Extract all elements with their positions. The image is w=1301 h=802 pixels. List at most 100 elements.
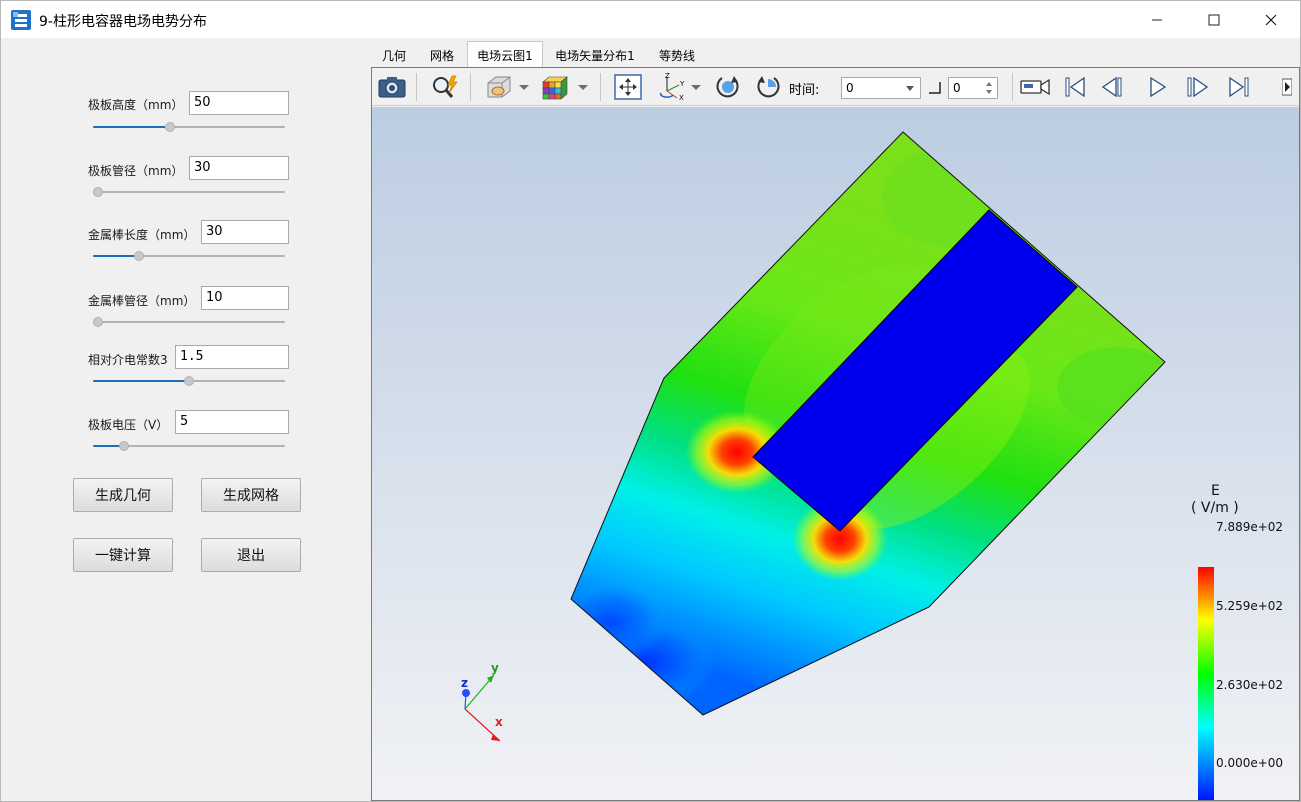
time-select-value: 0	[846, 81, 854, 95]
axis-z-label: z	[461, 676, 468, 690]
axes-orientation-button[interactable]: Z Y X	[656, 73, 688, 101]
tab-field-contour[interactable]: 电场云图1	[467, 41, 543, 68]
axes-icon: Z Y X	[659, 73, 685, 101]
first-frame-icon	[1065, 76, 1085, 98]
param-label-plate-height: 极板高度（mm）	[88, 98, 184, 112]
plate-diameter-slider[interactable]	[93, 186, 285, 198]
play-icon	[1150, 76, 1167, 98]
record-video-icon	[1020, 78, 1050, 96]
maximize-icon	[1208, 14, 1220, 25]
rod-diameter-input[interactable]: 10	[201, 286, 289, 310]
param-label-rod-diameter: 金属棒管径（mm）	[88, 294, 196, 308]
more-icon	[1282, 78, 1292, 96]
maximize-button[interactable]	[1185, 1, 1243, 38]
parameter-panel: 极板高度（mm） 50 极板管径（mm） 30 金属棒长度（mm） 30 金属棒…	[2, 39, 368, 801]
toolbar-overflow-button[interactable]	[1280, 73, 1294, 101]
voltage-input[interactable]: 5	[175, 410, 289, 434]
colorbar-title: E	[1211, 483, 1220, 499]
field-contour-plot	[462, 131, 1166, 742]
colorbar-max-label: 7.889e+02	[1216, 520, 1284, 534]
display-mode-button[interactable]	[482, 73, 516, 101]
permittivity-input[interactable]: 1.5	[175, 345, 289, 369]
colormap-icon	[542, 76, 568, 100]
slider-thumb[interactable]	[93, 187, 103, 197]
app-window: 9-柱形电容器电场电势分布 极板高度（mm） 50 极板管径（mm） 30 金属…	[0, 0, 1301, 802]
next-frame-icon	[1187, 76, 1209, 98]
chevron-down-icon	[906, 86, 914, 91]
param-label-rod-length: 金属棒长度（mm）	[88, 228, 196, 242]
viewer-panel: Z Y X 时间: 0 0 z y x E (V/m) 7.889e+02 …	[371, 67, 1300, 801]
viewer-toolbar: Z Y X 时间: 0 0	[372, 68, 1299, 106]
camera-icon	[378, 77, 406, 98]
close-icon	[1265, 14, 1277, 25]
tab-geometry[interactable]: 几何	[371, 43, 417, 67]
rod-length-input[interactable]: 30	[201, 220, 289, 244]
colorbar-unit: ( V/m )	[1191, 500, 1239, 516]
app-icon	[11, 10, 31, 30]
generate-geometry-button[interactable]: 生成几何	[73, 478, 173, 512]
svg-text:Y: Y	[679, 80, 685, 88]
last-frame-icon	[1229, 76, 1249, 98]
step-checkbox-icon[interactable]	[928, 81, 941, 94]
minimize-button[interactable]	[1128, 1, 1186, 38]
colorbar-midhigh-label: 5.259e+02	[1216, 599, 1284, 613]
slider-thumb[interactable]	[119, 441, 129, 451]
colorbar	[1198, 567, 1214, 800]
rod-length-slider[interactable]	[93, 250, 285, 262]
rotate-cw-button[interactable]	[712, 73, 744, 101]
next-frame-button[interactable]	[1182, 73, 1212, 101]
slider-thumb[interactable]	[165, 122, 175, 132]
last-frame-button[interactable]	[1224, 73, 1254, 101]
param-label-voltage: 极板电压（V）	[88, 418, 169, 432]
tab-mesh[interactable]: 网格	[419, 43, 465, 67]
title-bar: 9-柱形电容器电场电势分布	[1, 1, 1300, 38]
prev-frame-icon	[1101, 76, 1122, 98]
colorbar-midlow-label: 2.630e+02	[1216, 678, 1284, 692]
permittivity-slider[interactable]	[93, 375, 285, 387]
colorbar-min-label: 0.000e+00	[1216, 756, 1284, 770]
spin-arrows-icon[interactable]	[985, 81, 993, 95]
field-viewport[interactable]: z y x E ( V/m ) 7.889e+02 5.259e+02 2.63…	[372, 107, 1299, 800]
svg-text:Z: Z	[665, 73, 670, 80]
param-label-plate-diameter: 极板管径（mm）	[88, 164, 184, 178]
first-frame-button[interactable]	[1060, 73, 1090, 101]
display-mode-icon	[487, 76, 511, 98]
slider-thumb[interactable]	[93, 317, 103, 327]
tab-field-vectors[interactable]: 电场矢量分布1	[545, 43, 645, 67]
view-tabs: 几何 网格 电场云图1 电场矢量分布1 等势线	[371, 41, 1300, 68]
voltage-slider[interactable]	[93, 440, 285, 452]
slider-thumb[interactable]	[134, 251, 144, 261]
record-video-button[interactable]	[1017, 73, 1053, 101]
time-label: 时间:	[789, 83, 820, 98]
screenshot-button[interactable]	[376, 73, 408, 101]
time-step-value: 0	[953, 81, 961, 95]
fit-view-icon	[614, 74, 642, 100]
tab-equipotential[interactable]: 等势线	[647, 43, 707, 67]
exit-button[interactable]: 退出	[201, 538, 301, 572]
svg-text:X: X	[679, 94, 684, 101]
zoom-button[interactable]	[428, 73, 462, 101]
slider-thumb[interactable]	[184, 376, 194, 386]
generate-mesh-button[interactable]: 生成网格	[201, 478, 301, 512]
plate-height-slider[interactable]	[93, 121, 285, 133]
axis-y-label: y	[491, 661, 499, 675]
window-title: 9-柱形电容器电场电势分布	[39, 14, 207, 30]
axis-x-label: x	[495, 715, 503, 729]
zoom-icon	[433, 75, 458, 98]
compute-button[interactable]: 一键计算	[73, 538, 173, 572]
rotate-ccw-icon	[757, 76, 780, 98]
rotate-cw-icon	[716, 76, 739, 98]
fit-view-button[interactable]	[612, 73, 644, 101]
play-button[interactable]	[1142, 73, 1172, 101]
plate-height-input[interactable]: 50	[189, 91, 289, 115]
plate-diameter-input[interactable]: 30	[189, 156, 289, 180]
colormap-button[interactable]	[538, 73, 572, 101]
time-select[interactable]: 0	[841, 77, 921, 99]
time-step-spinbox[interactable]: 0	[948, 77, 998, 99]
close-button[interactable]	[1242, 1, 1300, 38]
param-label-permittivity: 相对介电常数3	[88, 353, 168, 367]
rotate-ccw-button[interactable]	[752, 73, 784, 101]
rod-diameter-slider[interactable]	[93, 316, 285, 328]
minimize-icon	[1152, 19, 1162, 20]
prev-frame-button[interactable]	[1098, 73, 1128, 101]
